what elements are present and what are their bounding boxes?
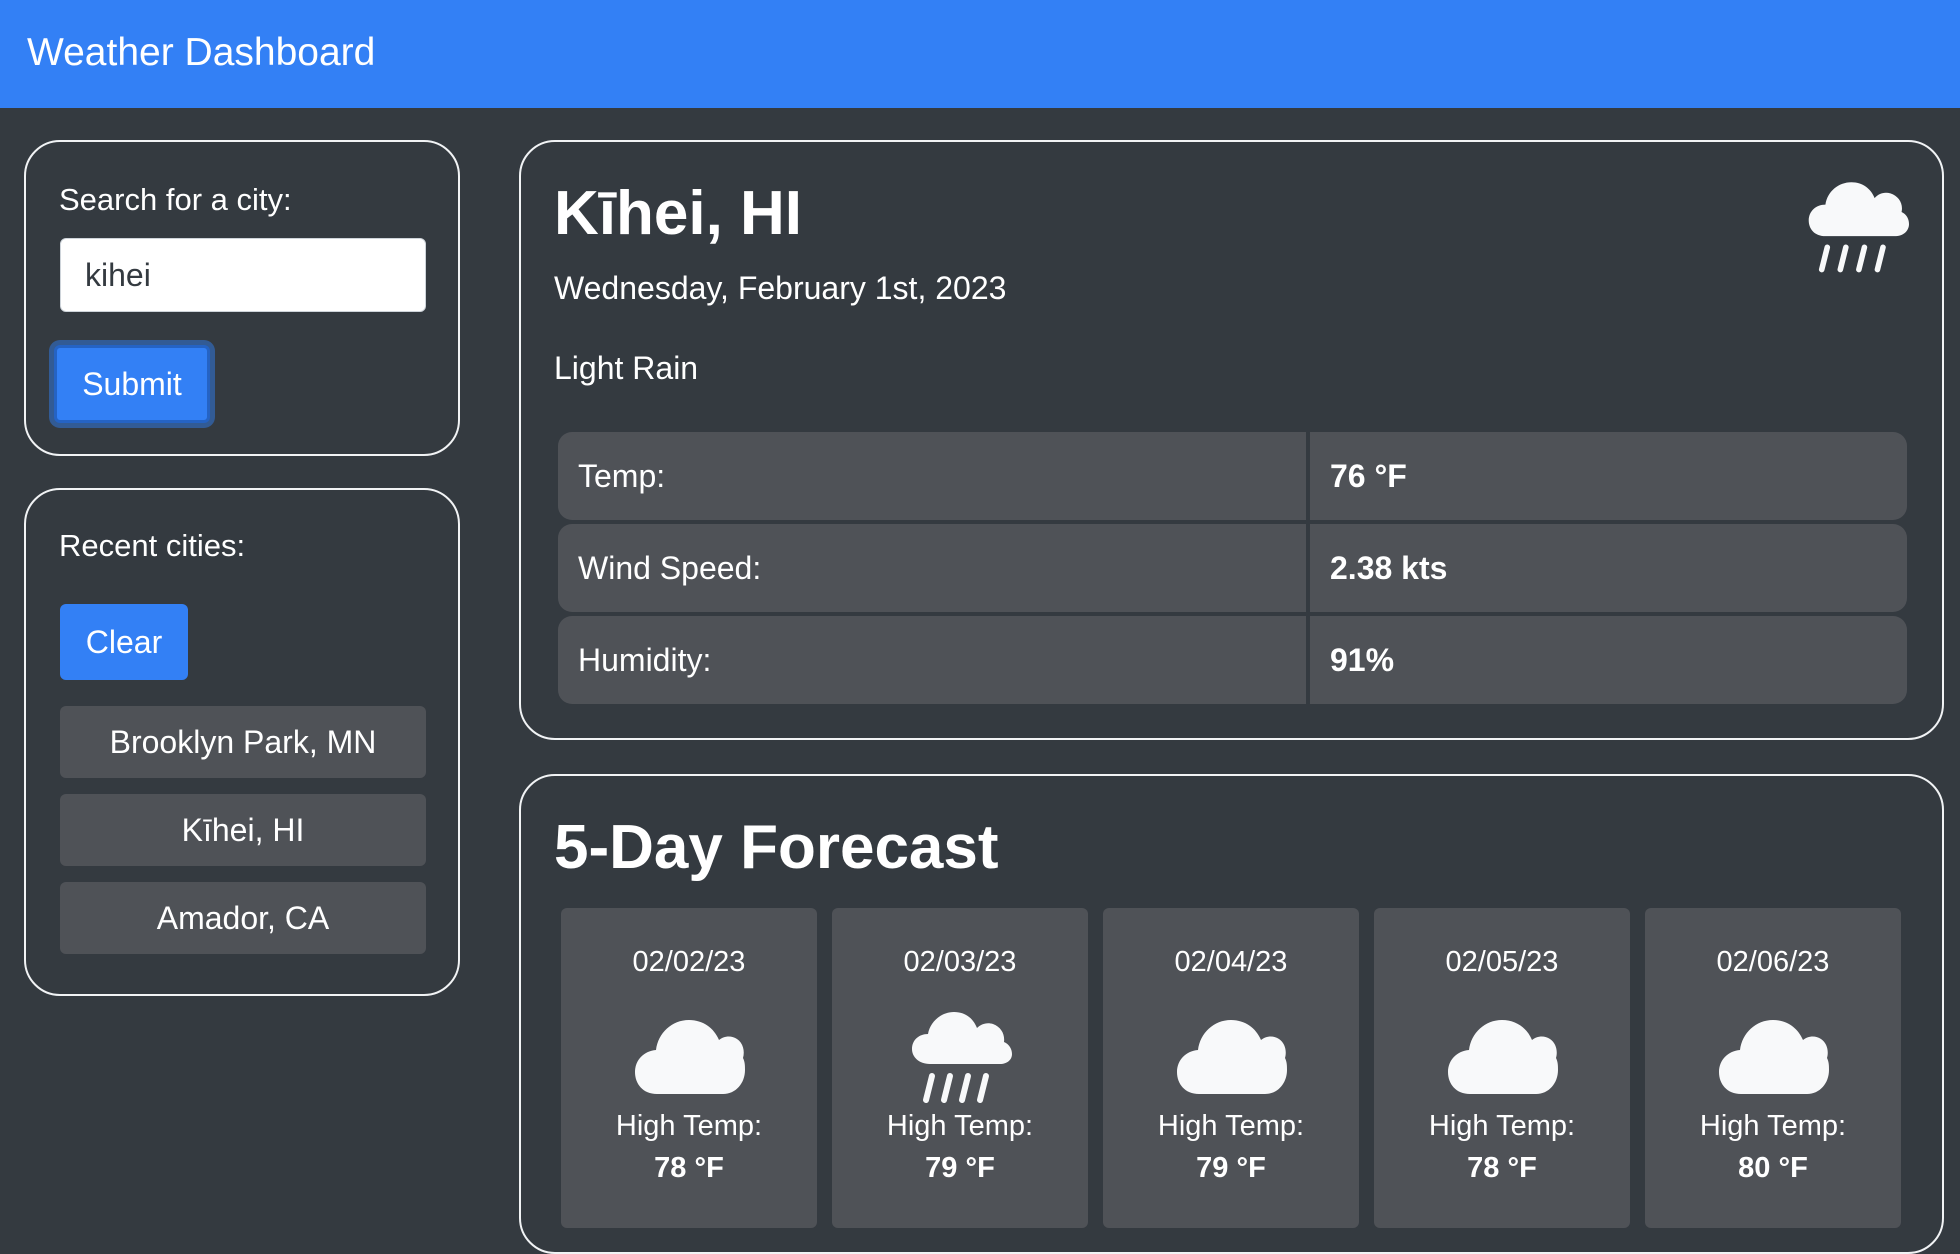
submit-button[interactable]: Submit	[54, 345, 210, 423]
current-city-title: Kīhei, HI	[554, 179, 803, 248]
forecast-date: 02/04/23	[1174, 946, 1288, 978]
wind-value: 2.38 kts	[1310, 524, 1907, 612]
forecast-high-temp: 78 °F	[1467, 1152, 1537, 1184]
forecast-date: 02/06/23	[1716, 946, 1830, 978]
temp-value: 76 °F	[1310, 432, 1907, 520]
forecast-day-card: 02/06/23 High Temp: 80 °F	[1645, 908, 1901, 1228]
forecast-day-card: 02/02/23 High Temp: 78 °F	[561, 908, 817, 1228]
temp-label: Temp:	[558, 432, 1306, 520]
humidity-row: Humidity: 91%	[558, 616, 1907, 704]
rain-cloud-icon	[912, 1012, 1012, 1103]
current-condition: Light Rain	[554, 350, 699, 386]
forecast-panel: 5-Day Forecast 02/02/23 High Temp: 78 °F…	[519, 774, 1944, 1254]
wind-label: Wind Speed:	[558, 524, 1306, 612]
app-title[interactable]: Weather Dashboard	[27, 26, 375, 80]
forecast-high-temp: 79 °F	[1196, 1152, 1266, 1184]
search-label: Search for a city:	[59, 182, 292, 217]
forecast-high-label: High Temp:	[1699, 1110, 1847, 1142]
forecast-title: 5-Day Forecast	[554, 813, 999, 882]
forecast-date: 02/05/23	[1445, 946, 1559, 978]
forecast-day-card: 02/05/23 High Temp: 78 °F	[1374, 908, 1630, 1228]
cloud-icon	[635, 1020, 745, 1094]
forecast-high-label: High Temp:	[886, 1110, 1034, 1142]
forecast-high-temp: 78 °F	[654, 1152, 724, 1184]
clear-button[interactable]: Clear	[60, 604, 188, 680]
navbar: Weather Dashboard	[0, 0, 1960, 108]
forecast-date: 02/03/23	[903, 946, 1017, 978]
forecast-high-temp: 79 °F	[925, 1152, 995, 1184]
temp-row: Temp: 76 °F	[558, 432, 1907, 520]
recent-cities-panel: Recent cities: Clear Brooklyn Park, MN K…	[24, 488, 460, 996]
humidity-value: 91%	[1310, 616, 1907, 704]
forecast-high-label: High Temp:	[1157, 1110, 1305, 1142]
forecast-high-label: High Temp:	[1428, 1110, 1576, 1142]
rain-cloud-icon	[1808, 182, 1909, 273]
city-search-input[interactable]	[60, 238, 426, 312]
cloud-icon	[1448, 1020, 1558, 1094]
current-weather-panel: Kīhei, HI Wednesday, February 1st, 2023 …	[519, 140, 1944, 740]
forecast-day-card: 02/04/23 High Temp: 79 °F	[1103, 908, 1359, 1228]
cloud-icon	[1177, 1020, 1287, 1094]
recent-city-item[interactable]: Brooklyn Park, MN	[60, 706, 426, 778]
forecast-day-card: 02/03/23 High Temp: 79 °F	[832, 908, 1088, 1228]
recent-cities-label: Recent cities:	[59, 528, 246, 563]
cloud-icon	[1719, 1020, 1829, 1094]
humidity-label: Humidity:	[558, 616, 1306, 704]
forecast-date: 02/02/23	[632, 946, 746, 978]
forecast-high-label: High Temp:	[615, 1110, 763, 1142]
search-panel: Search for a city: Submit	[24, 140, 460, 456]
current-date: Wednesday, February 1st, 2023	[554, 270, 1007, 306]
recent-city-item[interactable]: Kīhei, HI	[60, 794, 426, 866]
recent-city-item[interactable]: Amador, CA	[60, 882, 426, 954]
forecast-high-temp: 80 °F	[1738, 1152, 1808, 1184]
wind-row: Wind Speed: 2.38 kts	[558, 524, 1907, 612]
